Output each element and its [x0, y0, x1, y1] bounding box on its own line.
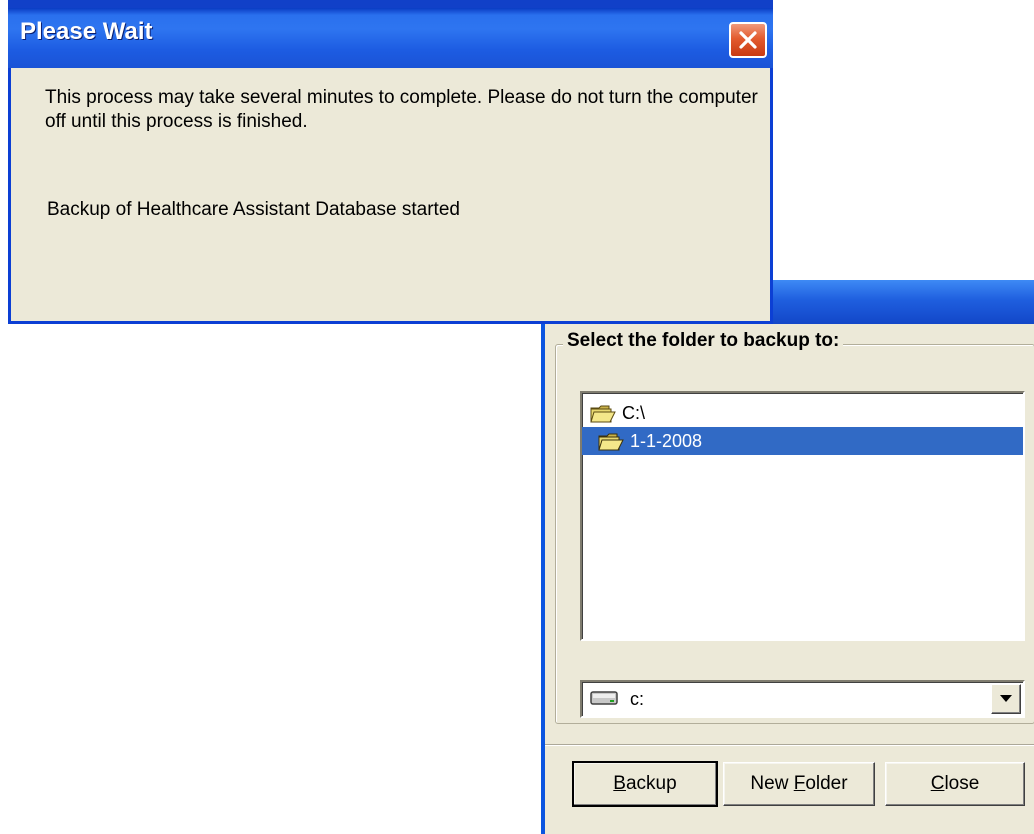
accelerator-key: F — [793, 773, 806, 794]
chevron-down-icon — [1000, 695, 1012, 702]
new-folder-button[interactable]: New Folder — [723, 762, 875, 806]
hard-drive-icon — [590, 690, 620, 708]
please-wait-titlebar[interactable]: Please Wait — [8, 0, 773, 68]
accelerator-key: C — [930, 773, 945, 794]
folder-item-1-1-2008[interactable]: 1-1-2008 — [582, 427, 1023, 455]
folder-tree[interactable]: C:\ 1-1-2008 — [580, 391, 1025, 641]
folder-item-label: 1-1-2008 — [630, 431, 703, 451]
open-folder-icon — [590, 404, 620, 424]
folder-group-label: Select the folder to backup to: — [563, 330, 844, 352]
please-wait-dialog: Please Wait This process may take severa… — [8, 0, 773, 324]
accelerator-key: B — [613, 773, 626, 794]
divider — [545, 744, 1034, 746]
window-close-button[interactable] — [729, 22, 767, 58]
dialog-title: Please Wait — [20, 18, 153, 45]
folder-item-label: C:\ — [622, 403, 646, 423]
close-icon — [739, 31, 757, 49]
backup-folder-window: Select the folder to backup to: C:\ 1-1-… — [541, 280, 1034, 834]
close-button[interactable]: Close — [885, 762, 1025, 806]
open-folder-icon — [598, 432, 628, 452]
drive-select-value: c: — [630, 689, 645, 709]
folder-item-root[interactable]: C:\ — [590, 399, 645, 427]
backup-button[interactable]: Backup — [572, 761, 718, 807]
drive-select[interactable]: c: — [580, 680, 1025, 718]
dropdown-arrow-button[interactable] — [991, 684, 1021, 714]
wait-message: This process may take several minutes to… — [45, 87, 758, 132]
backup-status-text: Backup of Healthcare Assistant Database … — [47, 199, 460, 220]
